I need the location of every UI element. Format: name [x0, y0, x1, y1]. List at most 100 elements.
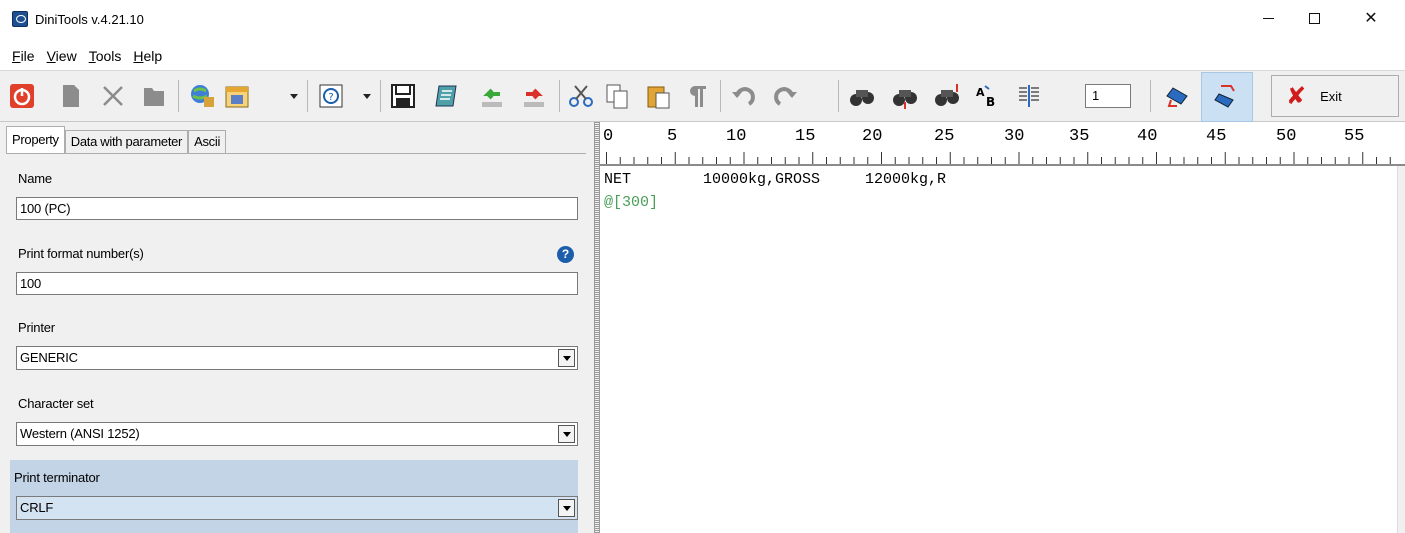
toolbar-separator	[307, 80, 308, 112]
new-button[interactable]	[54, 79, 88, 113]
replace-text-icon: AB	[976, 85, 995, 109]
name-label: Name	[18, 171, 52, 186]
minimize-button[interactable]	[1245, 0, 1291, 36]
name-field[interactable]: 100 (PC)	[16, 197, 578, 220]
ruler-label: 15	[795, 127, 816, 146]
find-button[interactable]	[845, 79, 879, 113]
charset-select[interactable]: Western (ANSI 1252)	[16, 422, 578, 446]
scale-send-button[interactable]	[1210, 79, 1244, 113]
printer-value: GENERIC	[20, 350, 78, 365]
paste-button[interactable]	[641, 79, 675, 113]
new-document-icon	[63, 85, 79, 107]
power-icon	[10, 84, 34, 108]
export-button[interactable]	[517, 79, 551, 113]
ruler-label: 40	[1137, 127, 1158, 146]
help-icon[interactable]: ?	[557, 246, 574, 263]
exit-label: Exit	[1320, 88, 1342, 104]
cut-button[interactable]	[564, 79, 598, 113]
export-icon	[524, 88, 544, 107]
printer-select[interactable]: GENERIC	[16, 346, 578, 370]
svg-text:A: A	[976, 86, 985, 99]
svg-text:?: ?	[328, 92, 333, 103]
print-format-field[interactable]: 100	[16, 272, 578, 295]
help-button[interactable]: ?	[314, 79, 348, 113]
find-replace-button[interactable]	[930, 79, 964, 113]
paste-icon	[647, 86, 670, 109]
ruler-label: 5	[667, 127, 678, 146]
network-icon	[191, 85, 214, 107]
close-button[interactable]: ✕	[1337, 0, 1405, 36]
menu-tools[interactable]: Tools	[83, 48, 128, 64]
terminator-label: Print terminator	[14, 470, 100, 485]
ruler-label: 10	[726, 127, 747, 146]
redo-button[interactable]	[769, 79, 803, 113]
notebook-button[interactable]	[429, 79, 463, 113]
print-format-label: Print format number(s)	[18, 246, 144, 261]
ruler-ticks	[606, 152, 1391, 164]
import-button[interactable]	[475, 79, 509, 113]
undo-icon	[732, 87, 755, 106]
scale-send-icon	[1214, 85, 1235, 108]
find-icon	[850, 90, 874, 106]
calendar-icon	[225, 86, 249, 108]
exit-icon: ✘	[1286, 82, 1307, 110]
menu-help[interactable]: Help	[127, 48, 168, 64]
redo-icon	[774, 87, 797, 106]
close-icon: ✕	[1364, 10, 1378, 27]
menu-bar: File View Tools Help	[0, 42, 1405, 70]
delete-icon	[103, 86, 123, 106]
toolbar: ? AB 1 ✘ Exit	[0, 70, 1405, 122]
ruler-label: 45	[1206, 127, 1227, 146]
tab-property[interactable]: Property	[6, 126, 65, 154]
align-icon	[1019, 85, 1039, 107]
calendar-button[interactable]	[220, 79, 254, 113]
editor-scrollbar[interactable]	[1397, 166, 1405, 533]
app-icon	[12, 11, 28, 27]
tab-ascii[interactable]: Ascii	[188, 130, 227, 154]
paragraph-button[interactable]	[680, 79, 714, 113]
tab-strip: Property Data with parameter Ascii	[6, 126, 227, 154]
tab-data-with-parameter[interactable]: Data with parameter	[64, 130, 189, 154]
editor-line[interactable]: NET 10000kg,GROSS 12000kg,R	[604, 171, 946, 188]
paragraph-icon	[690, 86, 706, 107]
network-button[interactable]	[185, 79, 219, 113]
chevron-down-icon[interactable]	[558, 425, 575, 443]
save-icon	[391, 84, 415, 108]
toolbar-separator	[380, 80, 381, 112]
toolbar-separator	[559, 80, 560, 112]
copy-icon	[606, 84, 628, 109]
help-dropdown-arrow[interactable]	[362, 92, 372, 102]
notebook-icon	[435, 85, 457, 107]
replace-text-button[interactable]: AB	[970, 79, 1004, 113]
chevron-down-icon[interactable]	[558, 499, 575, 517]
save-button[interactable]	[386, 79, 420, 113]
copy-button[interactable]	[600, 79, 634, 113]
delete-button[interactable]	[96, 79, 130, 113]
find-next-button[interactable]	[888, 79, 922, 113]
terminator-select[interactable]: CRLF	[16, 496, 578, 520]
align-button[interactable]	[1012, 79, 1046, 113]
ruler-label: 55	[1344, 127, 1365, 146]
window-title: DiniTools v.4.21.10	[35, 12, 144, 27]
editor-line-parameter[interactable]: @[300]	[604, 194, 658, 211]
toolbar-separator	[1150, 80, 1151, 112]
svg-text:B: B	[986, 95, 995, 109]
power-button[interactable]	[5, 79, 39, 113]
column-ruler: 0 5 10 15 20 25 30 35 40 45 50 55	[600, 122, 1405, 166]
print-string-editor[interactable]: NET 10000kg,GROSS 12000kg,R @[300]	[600, 166, 1397, 533]
position-input[interactable]: 1	[1085, 84, 1131, 108]
minimize-icon	[1262, 17, 1274, 19]
ruler-label: 30	[1004, 127, 1025, 146]
tab-divider	[6, 153, 586, 154]
find-replace-icon	[935, 84, 959, 106]
charset-label: Character set	[18, 396, 94, 411]
menu-file[interactable]: File	[6, 48, 41, 64]
calendar-dropdown-arrow[interactable]	[289, 92, 299, 102]
scale-connect-button[interactable]	[1162, 79, 1196, 113]
exit-button[interactable]: ✘ Exit	[1271, 75, 1399, 117]
maximize-button[interactable]	[1291, 0, 1337, 36]
undo-button[interactable]	[726, 79, 760, 113]
menu-view[interactable]: View	[41, 48, 83, 64]
open-button[interactable]	[137, 79, 171, 113]
chevron-down-icon[interactable]	[558, 349, 575, 367]
